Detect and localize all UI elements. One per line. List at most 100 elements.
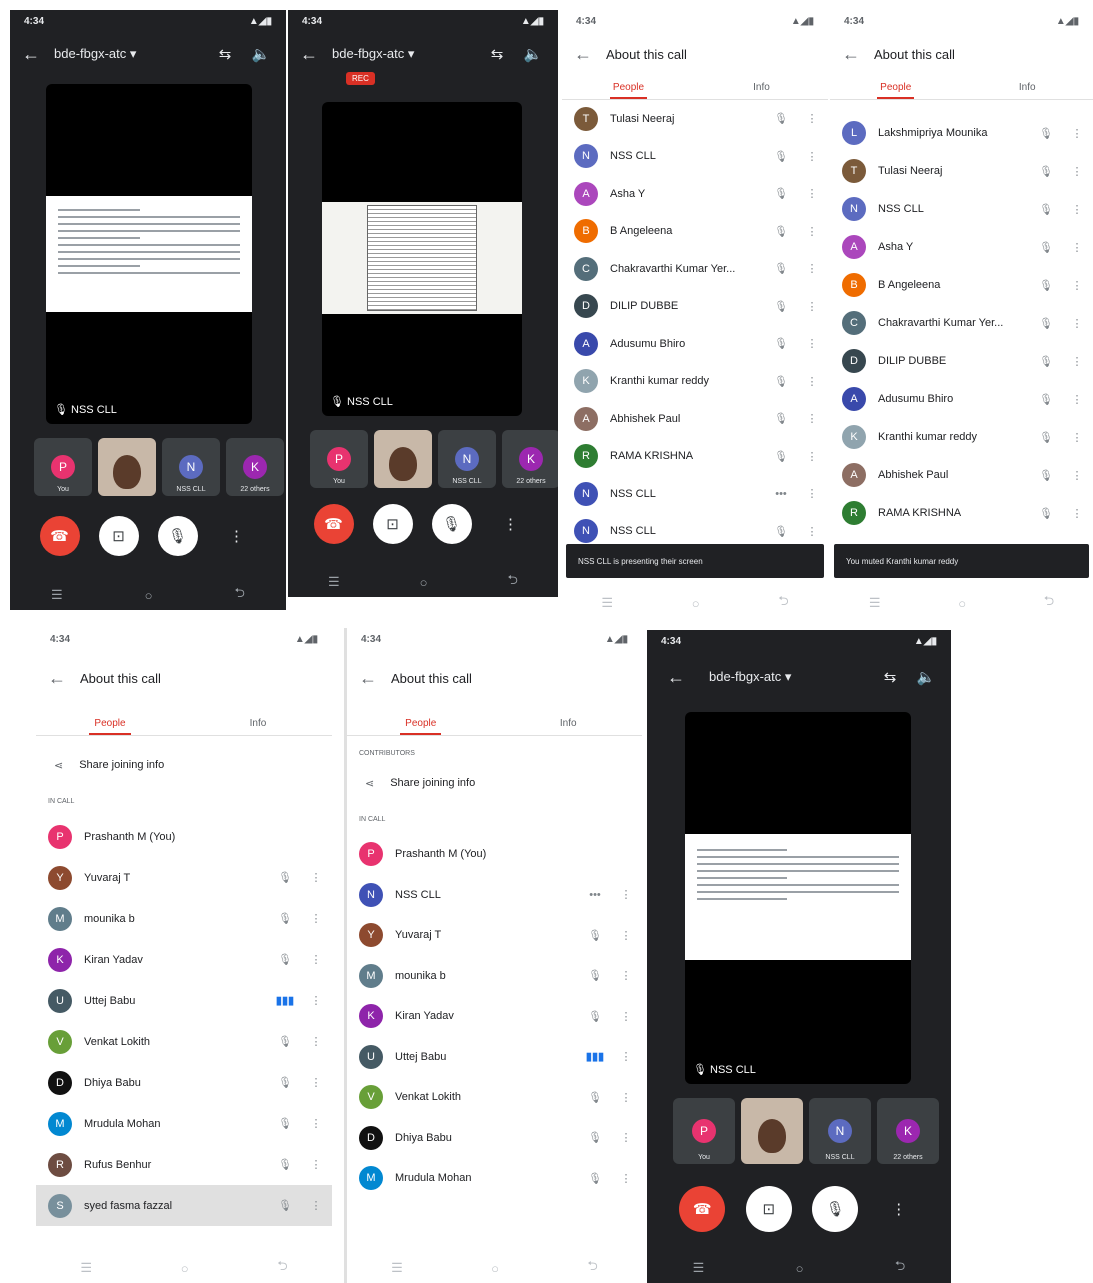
row-more-icon[interactable]: ⋮ [806,225,818,238]
tile-presenter[interactable]: N NSS CLL [809,1098,871,1164]
home-nav-icon[interactable]: ○ [420,575,428,590]
mic-status-icon[interactable]: 🎙 [272,1035,298,1048]
mic-status-icon[interactable]: 🎙 [272,953,298,966]
switch-camera-icon[interactable]: ⇆ [484,45,510,63]
row-more-icon[interactable]: ⋮ [806,300,818,313]
mic-status-icon[interactable]: 🎙 [272,1117,298,1130]
participant-row[interactable]: B B Angeleena 🎙 ⋮ [562,213,828,251]
row-more-icon[interactable]: ⋮ [1071,317,1083,330]
share-joining-info[interactable]: ⋖ Share joining info [36,744,332,786]
participant-row[interactable]: D DILIP DUBBE 🎙 ⋮ [830,342,1093,380]
mic-status-icon[interactable]: 🎙 [1033,355,1059,368]
mic-status-icon[interactable]: 🎙 [768,262,794,275]
row-more-icon[interactable]: ⋮ [620,888,632,901]
participant-row[interactable]: A Abhishek Paul 🎙 ⋮ [562,400,828,438]
participant-row[interactable]: K Kranthi kumar reddy 🎙 ⋮ [830,418,1093,456]
mic-status-icon[interactable]: 🎙 [768,450,794,463]
mic-status-icon[interactable]: ▮▮▮ [272,994,298,1007]
recents-nav-icon[interactable]: ☰ [693,1260,705,1276]
row-more-icon[interactable]: ⋮ [310,1199,322,1212]
tile-others[interactable]: K 22 others [226,438,284,496]
row-more-icon[interactable]: ⋮ [806,412,818,425]
mic-status-icon[interactable]: 🎙 [1033,203,1059,216]
participant-row[interactable]: T Tulasi Neeraj 🎙 ⋮ [562,100,828,138]
row-more-icon[interactable]: ⋮ [1071,279,1083,292]
mic-status-icon[interactable]: 🎙 [1033,279,1059,292]
mic-status-icon[interactable]: 🎙 [1033,393,1059,406]
participant-row[interactable]: R RAMA KRISHNA 🎙 ⋮ [562,438,828,476]
more-options-button[interactable]: ⋮ [217,516,257,556]
back-arrow-icon[interactable]: ← [359,668,381,689]
participant-row[interactable]: V Venkat Lokith 🎙 ⋮ [347,1077,642,1118]
row-more-icon[interactable]: ⋮ [1071,203,1083,216]
row-more-icon[interactable]: ⋮ [806,375,818,388]
row-more-icon[interactable]: ⋮ [620,1050,632,1063]
participant-row[interactable]: Mmounika b 🎙 ⋮ [36,898,332,939]
participant-row[interactable]: Ssyed fasma fazzal 🎙 ⋮ [36,1185,332,1226]
mic-status-icon[interactable]: 🎙 [768,187,794,200]
back-nav-icon[interactable]: ⮌ [778,592,788,614]
mic-status-icon[interactable]: 🎙 [582,1131,608,1144]
mic-status-icon[interactable]: 🎙 [1033,507,1059,520]
more-options-button[interactable]: ⋮ [879,1189,919,1229]
row-more-icon[interactable]: ⋮ [310,871,322,884]
end-call-button[interactable]: ☎ [39,516,80,556]
mic-status-icon[interactable]: 🎙 [768,337,794,350]
mic-status-icon[interactable]: 🎙 [768,375,794,388]
participant-row[interactable]: C Chakravarthi Kumar Yer... 🎙 ⋮ [562,250,828,288]
row-more-icon[interactable]: ⋮ [310,994,322,1007]
back-nav-icon[interactable]: ⮌ [508,571,518,593]
captions-button[interactable]: ⊡ [372,504,413,544]
recents-nav-icon[interactable]: ☰ [869,595,881,611]
back-arrow-icon[interactable]: ← [574,44,596,65]
row-more-icon[interactable]: ⋮ [1071,127,1083,140]
back-nav-icon[interactable]: ⮌ [587,1257,597,1279]
participant-row[interactable]: L Lakshmipriya Mounika 🎙 ⋮ [830,114,1093,152]
row-more-icon[interactable]: ⋮ [806,487,818,500]
row-more-icon[interactable]: ⋮ [806,150,818,163]
back-arrow-icon[interactable]: ← [48,668,70,689]
meeting-code-dropdown[interactable]: bde-fbgx-atc ▾ [332,46,474,62]
participant-row[interactable]: U Uttej Babu ▮▮▮ ⋮ [36,980,332,1021]
mic-status-icon[interactable]: 🎙 [272,1158,298,1171]
end-call-button[interactable]: ☎ [313,504,354,544]
meeting-code-dropdown[interactable]: bde-fbgx-atc ▾ [54,46,202,62]
mic-status-icon[interactable]: 🎙 [582,1091,608,1104]
share-joining-info[interactable]: ⋖ Share joining info [347,762,642,804]
back-arrow-icon[interactable]: ← [842,44,864,65]
participant-row[interactable]: U Uttej Babu ▮▮▮ ⋮ [347,1037,642,1078]
row-more-icon[interactable]: ⋮ [310,1158,322,1171]
participant-row[interactable]: M Mrudula Mohan 🎙 ⋮ [36,1103,332,1144]
participant-row[interactable]: R Rufus Benhur 🎙 ⋮ [36,1144,332,1185]
participant-row[interactable]: N NSS CLL ••• ⋮ [347,875,642,916]
mic-status-icon[interactable]: ••• [582,889,608,901]
mic-status-icon[interactable]: 🎙 [272,1076,298,1089]
participant-row[interactable]: T Tulasi Neeraj 🎙 ⋮ [830,152,1093,190]
recents-nav-icon[interactable]: ☰ [51,587,63,603]
mic-status-icon[interactable]: 🎙 [1033,165,1059,178]
row-more-icon[interactable]: ⋮ [310,1035,322,1048]
captions-button[interactable]: ⊡ [745,1186,792,1232]
row-more-icon[interactable]: ⋮ [1071,431,1083,444]
back-nav-icon[interactable]: ⮌ [1044,592,1054,614]
mic-status-icon[interactable]: 🎙 [272,871,298,884]
row-more-icon[interactable]: ⋮ [806,112,818,125]
home-nav-icon[interactable]: ○ [958,596,966,611]
mic-status-icon[interactable]: 🎙 [582,929,608,942]
tab-info[interactable]: Info [495,718,643,735]
row-more-icon[interactable]: ⋮ [806,262,818,275]
back-arrow-icon[interactable]: ← [667,667,689,688]
participant-row[interactable]: A Abhishek Paul 🎙 ⋮ [830,456,1093,494]
tab-people[interactable]: People [36,718,184,735]
row-more-icon[interactable]: ⋮ [310,953,322,966]
participant-row[interactable]: A Asha Y 🎙 ⋮ [562,175,828,213]
row-more-icon[interactable]: ⋮ [310,1076,322,1089]
switch-camera-icon[interactable]: ⇆ [877,668,903,686]
mic-status-icon[interactable]: 🎙 [1033,431,1059,444]
participant-row[interactable]: C Chakravarthi Kumar Yer... 🎙 ⋮ [830,304,1093,342]
row-more-icon[interactable]: ⋮ [310,912,322,925]
participant-row[interactable]: P Prashanth M (You) [36,816,332,857]
mic-status-icon[interactable]: 🎙 [768,300,794,313]
recents-nav-icon[interactable]: ☰ [80,1260,92,1276]
tab-info[interactable]: Info [184,718,332,735]
